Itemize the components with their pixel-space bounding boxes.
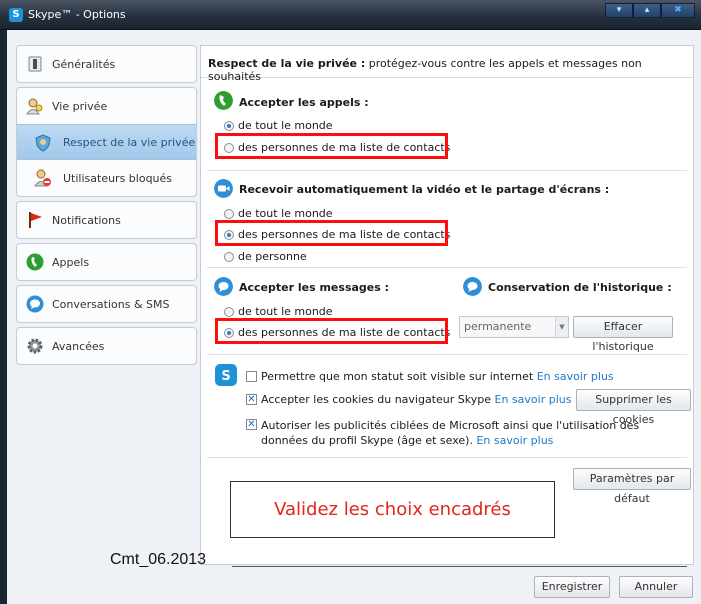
radio-label: de tout le monde: [238, 119, 333, 132]
sidebar-item-label: Notifications: [52, 213, 121, 227]
privacy-user-icon: [26, 98, 43, 115]
reset-defaults-button[interactable]: Paramètres par défaut: [573, 468, 691, 505]
phone-icon: [214, 91, 233, 110]
radio-label: de tout le monde: [238, 207, 333, 220]
sidebar-item-general[interactable]: Généralités: [17, 46, 196, 82]
sidebar-item-blocked-users[interactable]: Utilisateurs bloqués: [17, 160, 196, 196]
checkbox-label: Permettre que mon statut soit visible su…: [261, 370, 614, 383]
divider: [207, 170, 687, 171]
sidebar-item-notifications[interactable]: Notifications: [17, 202, 196, 238]
gear-icon: [27, 338, 43, 354]
window-title: Skype™ - Options: [28, 8, 126, 21]
highlight-box: [215, 220, 448, 246]
history-retention-select[interactable]: permanente ▼: [459, 316, 569, 338]
nav-group-privacy: Vie privée Respect de la vie privée Util…: [16, 87, 197, 197]
sidebar-item-label: Généralités: [52, 57, 116, 71]
delete-cookies-button[interactable]: Supprimer les cookies: [576, 389, 691, 426]
panel-header: Respect de la vie privée : protégez-vous…: [201, 46, 693, 83]
sidebar-item-label: Utilisateurs bloqués: [63, 171, 173, 185]
sidebar-item-label: Appels: [52, 255, 90, 269]
svg-text:S: S: [221, 369, 230, 384]
radio-button[interactable]: [224, 306, 234, 317]
divider: [232, 566, 687, 567]
sidebar-item-advanced[interactable]: Avancées: [17, 328, 196, 364]
blocked-user-icon: [34, 169, 51, 187]
learn-more-link[interactable]: En savoir plus: [476, 434, 553, 447]
radio-button[interactable]: [224, 120, 234, 131]
sidebar-item-calls[interactable]: Appels: [17, 244, 196, 280]
status-visible-checkbox[interactable]: [246, 371, 257, 382]
skype-logo-icon: S: [9, 8, 23, 22]
clear-history-button[interactable]: Effacer l'historique: [573, 316, 673, 353]
sidebar-item-label: Respect de la vie privée: [63, 135, 196, 149]
phone-icon: [26, 253, 44, 271]
page-title: Respect de la vie privée :: [208, 57, 366, 70]
learn-more-link[interactable]: En savoir plus: [495, 393, 572, 406]
sidebar-item-label: Vie privée: [52, 99, 108, 113]
nav-group-advanced: Avancées: [16, 327, 197, 365]
skype-logo-icon: S: [215, 364, 237, 386]
instruction-note: Validez les choix encadrés: [230, 481, 555, 538]
settings-switch-icon: [28, 56, 42, 72]
checkbox-label: Accepter les cookies du navigateur Skype…: [261, 393, 572, 406]
minimize-icon[interactable]: ▾: [605, 3, 633, 18]
window-controls: ▾ ▴ ✖: [605, 3, 695, 19]
video-camera-icon: [214, 179, 233, 198]
cancel-button[interactable]: Annuler: [619, 576, 693, 598]
sidebar-item-label: Conversations & SMS: [52, 297, 170, 311]
save-button[interactable]: Enregistrer: [534, 576, 610, 598]
sidebar-item-privacy[interactable]: Vie privée: [17, 88, 196, 124]
divider: [207, 457, 687, 458]
history-title: Conservation de l'historique :: [488, 281, 672, 294]
nav-group-calls: Appels: [16, 243, 197, 281]
history-chat-icon: [463, 277, 482, 296]
radio-button[interactable]: [224, 208, 234, 219]
highlight-box: [215, 133, 448, 159]
divider: [207, 267, 687, 268]
close-icon[interactable]: ✖: [661, 3, 695, 18]
highlight-box: [215, 318, 448, 344]
nav-group-general: Généralités: [16, 45, 197, 83]
cookies-option[interactable]: ✕ Accepter les cookies du navigateur Sky…: [246, 393, 571, 406]
learn-more-link[interactable]: En savoir plus: [537, 370, 614, 383]
ads-option[interactable]: ✕ Autoriser les publicités ciblées de Mi…: [246, 418, 686, 448]
divider: [207, 354, 687, 355]
nav-group-notifications: Notifications: [16, 201, 197, 239]
radio-label: de personne: [238, 250, 307, 263]
flag-icon: [29, 212, 42, 228]
title-bar: S Skype™ - Options ▾ ▴ ✖: [0, 0, 701, 30]
chat-icon: [26, 295, 44, 313]
video-option-nobody[interactable]: de personne: [224, 250, 307, 263]
receive-video-title: Recevoir automatiquement la vidéo et le …: [239, 183, 610, 196]
options-sidebar: Généralités Vie privée Respect de la vie…: [16, 45, 197, 369]
cookies-checkbox[interactable]: ✕: [246, 394, 257, 405]
status-visible-option[interactable]: Permettre que mon statut soit visible su…: [246, 370, 614, 383]
select-value: permanente: [464, 320, 532, 333]
radio-button[interactable]: [224, 251, 234, 262]
checkbox-label: Autoriser les publicités ciblées de Micr…: [261, 419, 640, 447]
calls-option-everyone[interactable]: de tout le monde: [224, 119, 333, 132]
nav-group-conversations: Conversations & SMS: [16, 285, 197, 323]
video-option-everyone[interactable]: de tout le monde: [224, 207, 333, 220]
chevron-down-icon[interactable]: ▼: [555, 317, 568, 337]
maximize-icon[interactable]: ▴: [633, 3, 661, 18]
messages-option-everyone[interactable]: de tout le monde: [224, 305, 333, 318]
sidebar-item-privacy-respect[interactable]: Respect de la vie privée: [17, 124, 196, 160]
sidebar-item-conversations[interactable]: Conversations & SMS: [17, 286, 196, 322]
watermark-text: Cmt_06.2013: [110, 551, 207, 568]
window-frame: [0, 30, 7, 604]
privacy-shield-icon: [35, 134, 51, 152]
accept-messages-title: Accepter les messages :: [239, 281, 390, 294]
sidebar-item-label: Avancées: [52, 339, 105, 353]
accept-calls-title: Accepter les appels :: [239, 96, 369, 109]
ads-checkbox[interactable]: ✕: [246, 419, 257, 430]
radio-label: de tout le monde: [238, 305, 333, 318]
chat-icon: [214, 277, 233, 296]
